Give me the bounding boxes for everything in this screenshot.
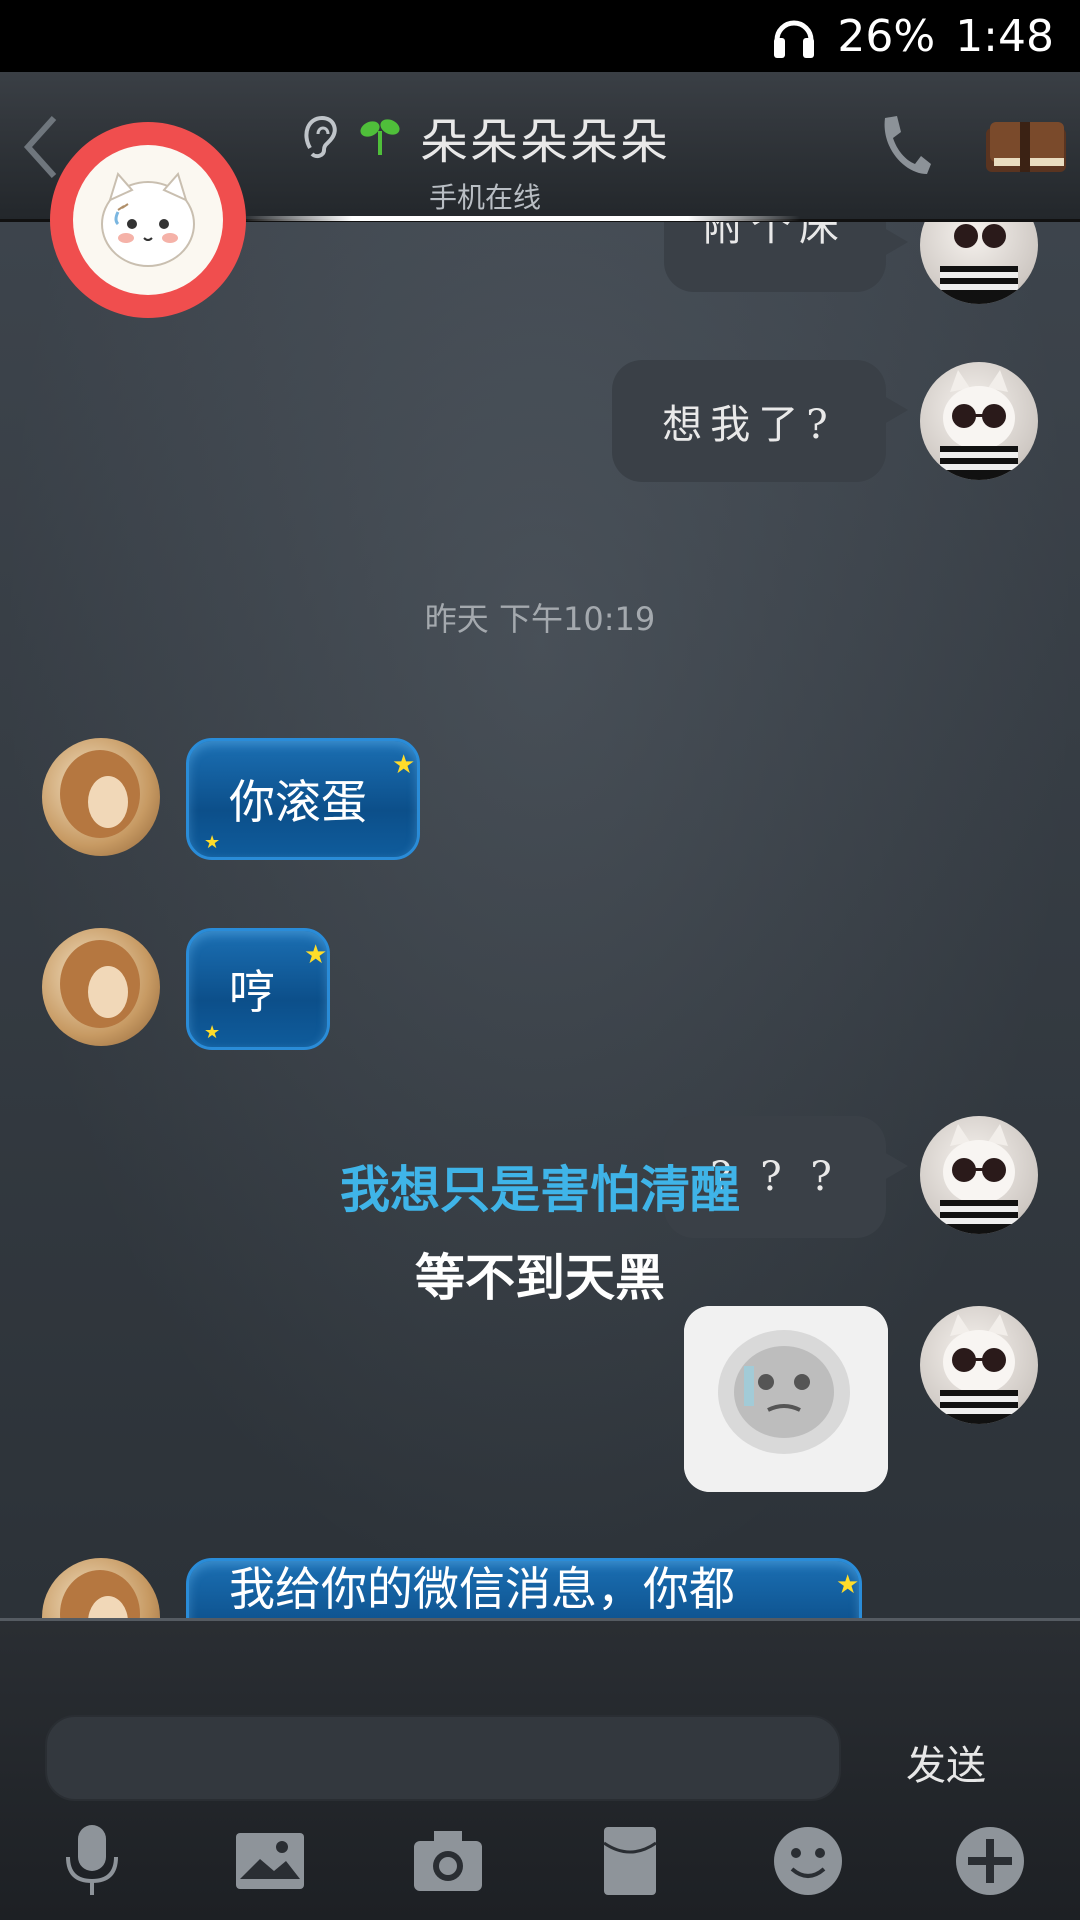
red-packet-icon[interactable]: [590, 1821, 670, 1901]
ear-icon: [304, 115, 337, 159]
send-button[interactable]: 发送: [906, 1733, 986, 1791]
contact-name: 朵朵朵朵朵: [419, 114, 670, 170]
contact-avatar[interactable]: [42, 738, 160, 856]
my-avatar[interactable]: [920, 362, 1038, 480]
camera-icon[interactable]: [408, 1821, 488, 1901]
title-area[interactable]: 朵朵朵朵朵 手机在线: [285, 102, 685, 216]
book-icon[interactable]: [980, 114, 1072, 178]
lyric-line-2: 等不到天黑: [415, 1249, 665, 1307]
clock: 1:48: [955, 10, 1054, 62]
chat-area[interactable]: 附个床 想我了? 昨天 下午10:19 你滚蛋 ★ ★ 哼 ★ ★ ? ? ?: [0, 222, 1080, 1618]
message-bubble-outgoing[interactable]: 想我了?: [612, 360, 908, 482]
microphone-icon[interactable]: [52, 1821, 132, 1901]
picture-icon[interactable]: [230, 1821, 310, 1901]
battery-level: 26%: [837, 10, 936, 62]
online-status: 手机在线: [428, 181, 541, 214]
my-avatar[interactable]: [920, 222, 1038, 304]
back-icon[interactable]: [20, 112, 60, 182]
floating-avatar[interactable]: [50, 122, 246, 318]
headphone-icon: [771, 12, 817, 60]
plus-icon[interactable]: [950, 1821, 1030, 1901]
contact-avatar[interactable]: [42, 1558, 160, 1618]
star-icon: ★: [204, 1022, 221, 1043]
star-icon: ★: [836, 1570, 860, 1600]
status-bar: 26% 1:48: [0, 0, 1080, 72]
star-icon: ★: [204, 832, 221, 853]
composer-panel: 发送: [0, 1618, 1080, 1920]
message-input[interactable]: [45, 1715, 841, 1801]
phone-icon[interactable]: [875, 112, 933, 178]
message-timestamp: 昨天 下午10:19: [424, 600, 656, 638]
emoji-icon[interactable]: [768, 1821, 848, 1901]
sticker-image[interactable]: [684, 1306, 888, 1492]
star-icon: ★: [304, 940, 328, 970]
sprout-icon: [360, 119, 400, 155]
message-bubble-incoming[interactable]: 我给你的微信消息，你都: [186, 1558, 862, 1618]
message-bubble-outgoing[interactable]: 附个床: [664, 222, 908, 292]
contact-avatar[interactable]: [42, 928, 160, 1046]
my-avatar[interactable]: [920, 1306, 1038, 1424]
lyric-line-1: 我想只是害怕清醒: [340, 1161, 740, 1219]
message-bubble-incoming[interactable]: 你滚蛋: [186, 738, 420, 860]
star-icon: ★: [392, 750, 416, 780]
loading-bar: [240, 216, 800, 221]
cat-sticker-avatar: [101, 171, 195, 267]
